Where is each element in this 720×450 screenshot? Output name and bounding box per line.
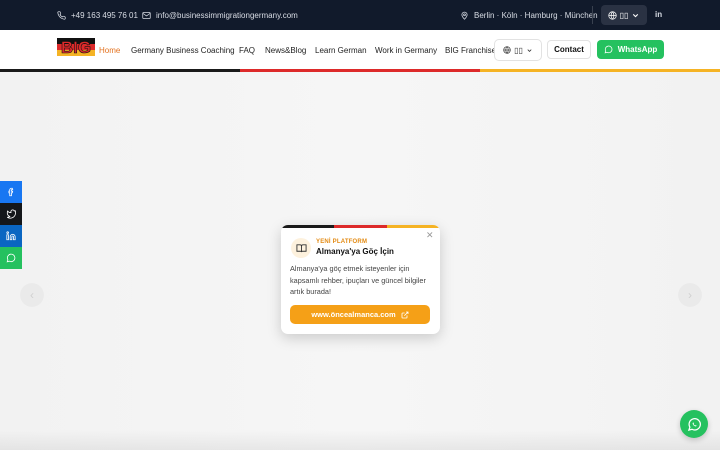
whatsapp-label: WhatsApp [617, 45, 658, 54]
floating-whatsapp-button[interactable] [680, 410, 708, 438]
hero-shadow [0, 430, 720, 450]
book-icon [291, 238, 311, 258]
contact-button[interactable]: Contact [547, 40, 591, 59]
nav-faq[interactable]: FAQ [239, 30, 255, 70]
share-linkedin[interactable] [0, 225, 22, 247]
email-address: info@businessimmigrationgermany.com [156, 10, 298, 20]
language-selector-top[interactable]: ▯▯ [601, 5, 647, 25]
share-facebook[interactable] [0, 181, 22, 203]
new-platform-popup: ✕ YENİ PLATFORM Almanya'ya Göç İçin Alma… [281, 225, 440, 334]
language-label: ▯▯ [514, 45, 523, 55]
share-twitter[interactable] [0, 203, 22, 225]
popup-cta-label: www.öncealmanca.com [311, 310, 396, 319]
nav-news-blog[interactable]: News&Blog [265, 30, 306, 70]
slider-next-arrow[interactable]: › [678, 283, 702, 307]
whatsapp-button[interactable]: WhatsApp [597, 40, 664, 59]
phone-icon [57, 10, 66, 20]
chevron-down-icon [527, 48, 532, 52]
nav-work-in-germany[interactable]: Work in Germany [375, 30, 437, 70]
globe-icon [503, 46, 511, 54]
phone-number: +49 163 495 76 01 [71, 10, 138, 20]
whatsapp-icon [604, 45, 613, 54]
external-link-icon [401, 311, 409, 318]
language-label: ▯▯ [619, 10, 629, 20]
email-link[interactable]: info@businessimmigrationgermany.com [142, 0, 298, 30]
whatsapp-icon [687, 417, 701, 431]
share-whatsapp[interactable] [0, 247, 22, 269]
top-bar: +49 163 495 76 01 info@businessimmigrati… [0, 0, 720, 30]
whatsapp-icon [6, 253, 16, 263]
close-icon[interactable]: ✕ [426, 230, 434, 241]
popup-flag-bar [281, 225, 440, 228]
nav-big-franchise[interactable]: BIG Franchise [445, 30, 496, 70]
nav-home[interactable]: Home [99, 30, 120, 70]
map-pin-icon [461, 11, 468, 20]
popup-title: Almanya'ya Göç İçin [316, 247, 394, 256]
slider-prev-arrow[interactable]: ‹ [20, 283, 44, 307]
cities-text: Berlin · Köln · Hamburg · München [474, 10, 598, 20]
chevron-down-icon [633, 13, 639, 17]
popup-tag: YENİ PLATFORM [316, 239, 368, 245]
big-logo[interactable]: BIG [57, 38, 95, 56]
linkedin-icon [6, 231, 16, 241]
linkedin-icon[interactable]: in [655, 10, 662, 19]
mail-icon [142, 11, 151, 19]
phone-link[interactable]: +49 163 495 76 01 [57, 0, 138, 30]
globe-icon [607, 10, 617, 20]
topbar-divider [592, 6, 593, 24]
facebook-icon [8, 187, 14, 197]
nav-germany-business-coaching[interactable]: Germany Business Coaching [131, 30, 235, 70]
locations: Berlin · Köln · Hamburg · München [460, 0, 598, 30]
popup-description: Almanya'ya göç etmek isteyenler için kap… [290, 264, 426, 296]
logo-text: BIG [61, 38, 91, 56]
nav-learn-german[interactable]: Learn German [315, 30, 367, 70]
twitter-icon [6, 209, 16, 219]
popup-cta-button[interactable]: www.öncealmanca.com [290, 305, 430, 324]
language-selector-nav[interactable]: ▯▯ [494, 39, 542, 61]
